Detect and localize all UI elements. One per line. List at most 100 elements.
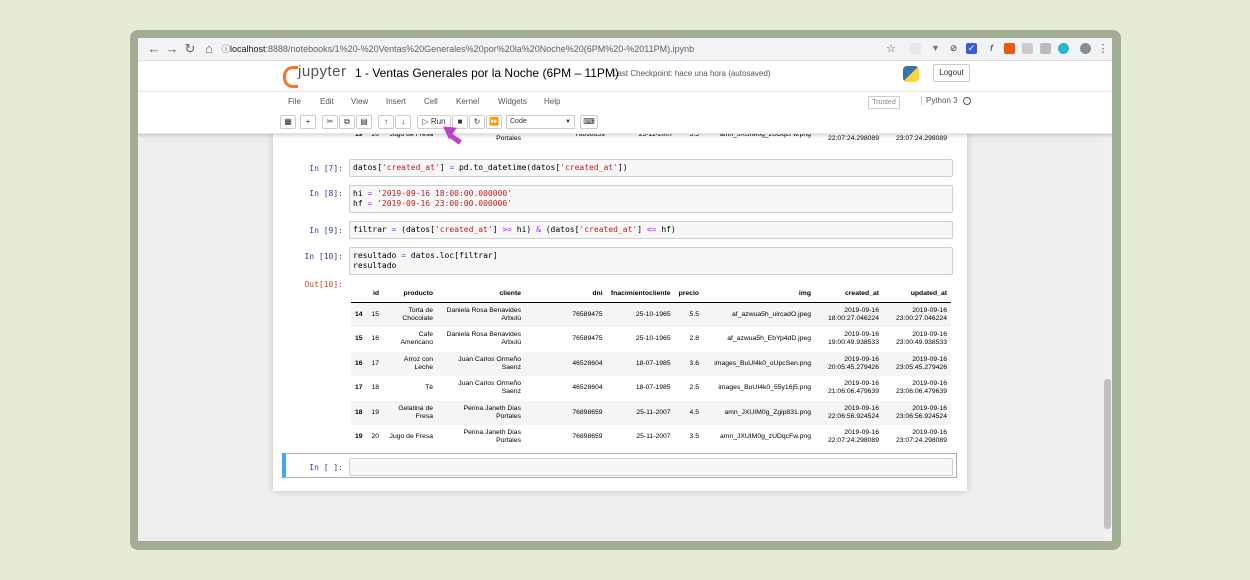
reload-icon[interactable]: ↻ [182,41,198,57]
move-down-icon[interactable]: ↓ [395,115,411,129]
paste-icon[interactable]: ▤ [356,115,372,129]
jupyter-header: jupyter 1 - Ventas Generales por la Noch… [138,61,1112,91]
restart-icon[interactable]: ↻ [469,115,485,129]
page-scrollbar[interactable] [1103,133,1112,541]
table-cell: Cafe Americano [400,331,434,347]
notebook-title[interactable]: 1 - Ventas Generales por la Noche (6PM –… [355,66,619,80]
extension-icon[interactable] [910,43,921,54]
table-cell: Torta de Chocolate [402,307,433,322]
table-cell: amn_JXUIM0g_zUDqcFw.png [719,433,811,441]
menu-file[interactable]: File [288,97,301,106]
browser-toolbar: ← → ↻ ⌂ ⓘ localhost:8888/notebooks/1%20-… [138,38,1112,61]
column-header: cliente [437,286,525,303]
table-cell: Jugo de Fresa [389,433,433,441]
cell-prompt: In [8]: [309,189,343,198]
table-cell: 46528604 [572,384,603,392]
cut-icon[interactable]: ✂ [322,115,338,129]
table-cell: amn_JXUIM0g_zUDqcFw.png [719,133,811,139]
more-menu-icon[interactable]: ⋮ [1095,41,1111,57]
table-cell: Juan Carlos Ormeño Saenz [458,380,521,396]
move-up-icon[interactable]: ↑ [378,115,394,129]
output-prompt: Out[10]: [304,280,343,289]
menu-kernel[interactable]: Kernel [456,97,479,106]
empty-code-cell[interactable] [349,458,953,476]
notebook-page: 19 20 Jugo de Fresa Perina Janeth Dias P… [273,133,967,491]
menu-view[interactable]: View [351,97,368,106]
table-cell: Gelatina de Fresa [398,404,433,420]
home-icon[interactable]: ⌂ [201,41,217,57]
address-bar[interactable]: localhost:8888/notebooks/1%20-%20Ventas%… [230,41,870,57]
scrollbar-thumb[interactable] [1104,379,1111,529]
table-cell: Perina Janeth Dias Portales [463,429,521,445]
jupyter-logo-text[interactable]: jupyter [298,63,347,80]
menu-widgets[interactable]: Widgets [498,97,527,106]
column-header: updated_at [883,286,951,303]
filter-extension-icon[interactable]: ▼ [930,43,941,54]
jupyter-logo-icon[interactable] [283,66,298,88]
table-cell: 2019-09-16 23:06:56.924524 [895,404,947,420]
code-cell[interactable]: hi = '2019-09-16 18:00:00.000000' hf = '… [349,185,953,213]
back-icon[interactable]: ← [146,41,162,57]
copy-icon[interactable]: ⧉ [339,115,355,129]
table-cell: af_azwua5h_EbYp4dD.jpeg [727,335,811,343]
column-header: img [703,286,815,303]
column-header: created_at [815,286,883,303]
keyboard-icon[interactable]: ⌨ [580,115,598,129]
result-dataframe: id producto cliente dni fnacimientoclien… [351,286,951,450]
menu-edit[interactable]: Edit [320,97,334,106]
formula-extension-icon[interactable]: f [986,43,997,54]
shield-extension-icon[interactable]: ✓ [966,43,977,54]
chevron-down-icon: ▼ [565,119,571,125]
table-cell: 3.5 [689,133,699,139]
column-header: dni [525,286,607,303]
column-header: id [367,286,383,303]
table-cell: 18-07-1985 [635,359,671,367]
clock-extension-icon[interactable]: ⊘ [948,43,959,54]
grid-extension-icon[interactable] [1022,43,1033,54]
table-row: 19 20 Jugo de Fresa Perina Janeth Dias P… [351,133,951,148]
save-icon[interactable]: ▦ [280,115,296,129]
globe-extension-icon[interactable] [1058,43,1069,54]
table-cell: 20 [371,433,379,441]
table-cell: 2019-09-16 21:06:06.479639 [827,380,879,396]
table-cell: 46528604 [572,359,603,367]
cell-type-select[interactable]: Code ▼ [506,115,575,129]
table-cell: 3.6 [689,359,699,367]
bookmark-star-icon[interactable]: ☆ [883,41,899,57]
column-header [351,286,367,303]
doc-extension-icon[interactable] [1040,43,1051,54]
forward-icon[interactable]: → [164,41,180,57]
table-cell: 17 [371,359,379,367]
table-cell: images_BuUI4k0_55y16j5.png [718,384,811,392]
table-cell: 76898659 [572,408,603,416]
trusted-indicator[interactable]: Trusted [868,96,900,109]
menubar: File Edit View Insert Cell Kernel Widget… [138,91,1112,112]
fast-forward-icon[interactable]: ⏩ [486,115,502,129]
table-cell: 5.5 [689,311,699,318]
table-cell: 4.5 [689,408,699,416]
code-cell[interactable]: filtrar = (datos['created_at'] >= hi) & … [349,221,953,239]
menu-cell[interactable]: Cell [424,97,438,106]
pdf-extension-icon[interactable] [1004,43,1015,54]
menu-help[interactable]: Help [544,97,560,106]
column-header: precio [674,286,703,303]
table-cell: 15 [371,311,379,318]
code-cell[interactable]: datos['created_at'] = pd.to_datetime(dat… [349,159,953,177]
kernel-name[interactable]: Python 3 [921,96,958,105]
profile-avatar[interactable] [1080,43,1091,54]
logout-button[interactable]: Logout [933,64,970,82]
row-index: 16 [355,359,363,367]
menu-insert[interactable]: Insert [386,97,406,106]
code-cell[interactable]: resultado = datos.loc[filtrar] resultado [349,247,953,275]
row-index: 19 [355,433,363,441]
table-cell: 2019-09-16 22:07:24.298089 [827,133,879,143]
row-index: 14 [355,311,363,318]
cell-prompt: In [7]: [309,164,343,173]
column-header: producto [383,286,437,303]
run-icon: ▷ [422,117,429,126]
python-logo-icon [903,66,919,82]
table-cell: 25-11-2007 [638,133,673,139]
table-cell: 2019-09-16 19:00:49.938533 [827,331,879,347]
insert-cell-icon[interactable]: + [300,115,316,129]
table-cell: Juan Carlos Ormeño Saenz [458,355,521,371]
